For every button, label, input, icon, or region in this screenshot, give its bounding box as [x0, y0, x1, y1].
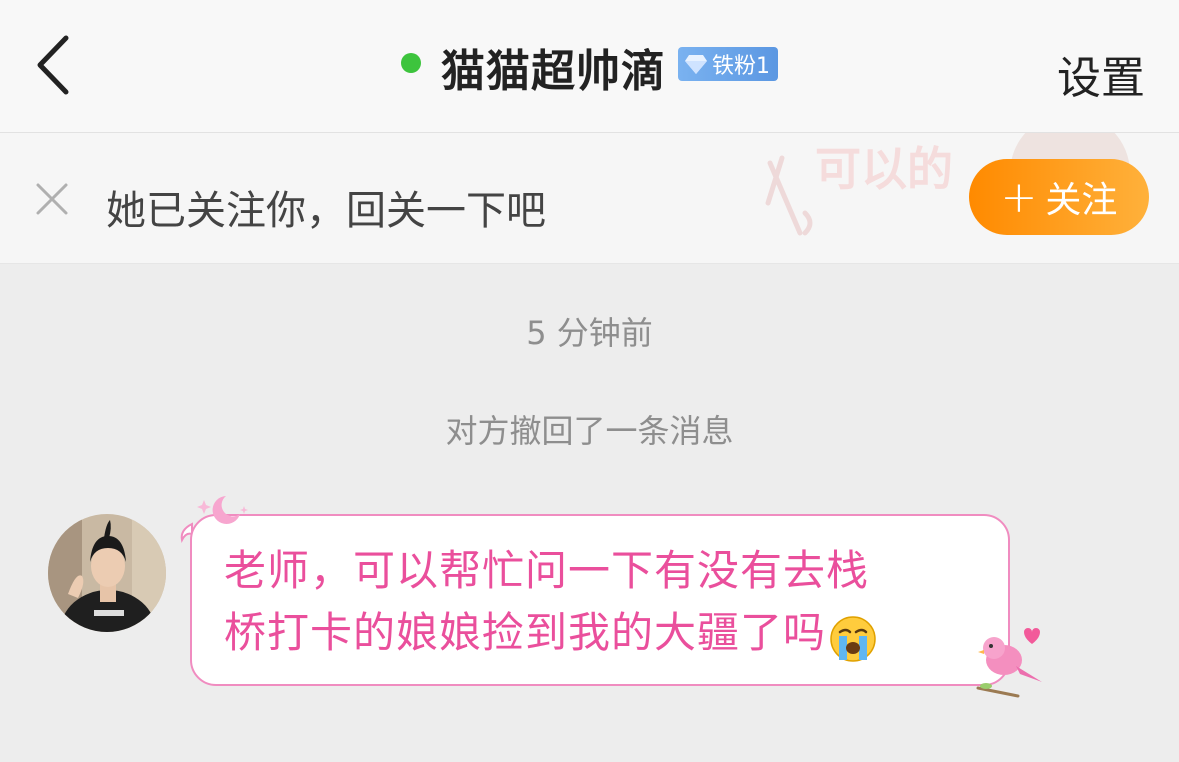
- online-status-dot: [401, 53, 421, 73]
- plus-icon: +: [1000, 171, 1038, 223]
- banner-decoration-icon: [765, 155, 813, 236]
- close-icon: [36, 183, 68, 215]
- settings-button[interactable]: 设置: [1057, 42, 1145, 106]
- title-area: 猫猫超帅滴 铁粉1: [0, 36, 1179, 98]
- follow-button-label: 关注: [1045, 180, 1118, 221]
- fan-level-badge[interactable]: 铁粉1: [678, 47, 778, 81]
- diamond-icon: [685, 55, 707, 74]
- chat-screen: 猫猫超帅滴 铁粉1 设置 可以的 她已关注你，回关一下吧 + 关注 5 分钟前 …: [0, 0, 1179, 762]
- close-banner-button[interactable]: [34, 181, 70, 217]
- top-nav-bar: 猫猫超帅滴 铁粉1 设置: [0, 0, 1179, 133]
- follow-button[interactable]: + 关注: [969, 159, 1149, 235]
- message-text: 老师，可以帮忙问一下有没有去栈 桥打卡的娘娘捡到我的大疆了吗: [224, 546, 870, 657]
- loudly-crying-face-icon: [830, 615, 876, 662]
- recalled-message-notice: 对方撤回了一条消息: [445, 412, 734, 450]
- message-timestamp: 5 分钟前: [526, 314, 653, 352]
- page-title[interactable]: 猫猫超帅滴: [441, 35, 666, 99]
- message-bubble[interactable]: 老师，可以帮忙问一下有没有去栈 桥打卡的娘娘捡到我的大疆了吗: [190, 514, 1010, 686]
- sender-avatar[interactable]: [48, 514, 166, 632]
- moon-decoration-icon: [197, 496, 248, 524]
- follow-back-banner: 可以的 她已关注你，回关一下吧 + 关注: [0, 133, 1179, 264]
- bird-decoration-icon: [976, 628, 1042, 698]
- banner-decoration-text: 可以的: [815, 142, 953, 196]
- fan-badge-label: 铁粉1: [712, 54, 770, 79]
- follow-prompt-text: 她已关注你，回关一下吧: [106, 188, 546, 234]
- avatar-image: [48, 514, 166, 632]
